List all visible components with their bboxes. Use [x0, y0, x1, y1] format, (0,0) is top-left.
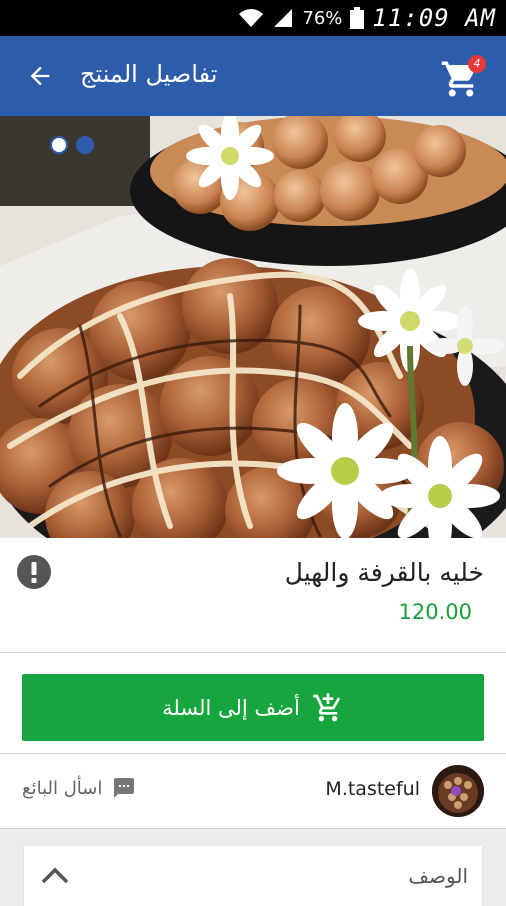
carousel-indicators [50, 136, 94, 154]
wifi-icon [239, 9, 264, 27]
seller-row: اسأل البائع M.tasteful [0, 754, 506, 828]
seller-avatar[interactable] [432, 765, 484, 817]
description-label: الوصف [408, 864, 468, 888]
status-indicators: 76% 11:09 AM [238, 4, 496, 32]
battery-percentage: 76% [302, 7, 343, 29]
product-name: خليه بالقرفة والهيل [284, 558, 484, 587]
product-info: خليه بالقرفة والهيل 120.00 [0, 538, 506, 652]
product-photo [0, 116, 506, 538]
report-button[interactable] [16, 554, 52, 590]
app-bar: تفاصيل المنتج 4 [0, 36, 506, 116]
page-title: تفاصيل المنتج [80, 60, 218, 88]
carousel-dot[interactable] [50, 136, 68, 154]
arrow-back-icon [30, 66, 50, 86]
status-bar: 76% 11:09 AM [0, 0, 506, 36]
ask-seller-button[interactable]: اسأل البائع [22, 776, 136, 800]
add-to-cart-label: أضف إلى السلة [162, 695, 300, 720]
add-to-cart-button[interactable]: أضف إلى السلة [22, 674, 484, 741]
seller-name[interactable]: M.tasteful [325, 778, 420, 800]
battery-icon [350, 7, 365, 29]
back-button[interactable] [22, 58, 58, 94]
product-image[interactable] [0, 116, 506, 538]
product-price: 120.00 [398, 600, 472, 624]
alert-icon [17, 555, 51, 589]
carousel-dot[interactable] [76, 136, 94, 154]
description-toggle[interactable]: الوصف [24, 846, 482, 906]
chevron-up-icon [41, 867, 69, 884]
cart-count-badge: 4 [468, 55, 486, 73]
ask-seller-label: اسأل البائع [22, 777, 103, 799]
cart-button[interactable]: 4 [440, 52, 488, 100]
chat-icon [114, 778, 135, 798]
avatar-image [432, 765, 484, 817]
add-shopping-cart-icon [313, 692, 340, 721]
clock: 11:09 AM [372, 4, 496, 32]
action-area: أضف إلى السلة [0, 653, 506, 753]
divider [0, 828, 506, 829]
signal-icon [274, 9, 293, 27]
